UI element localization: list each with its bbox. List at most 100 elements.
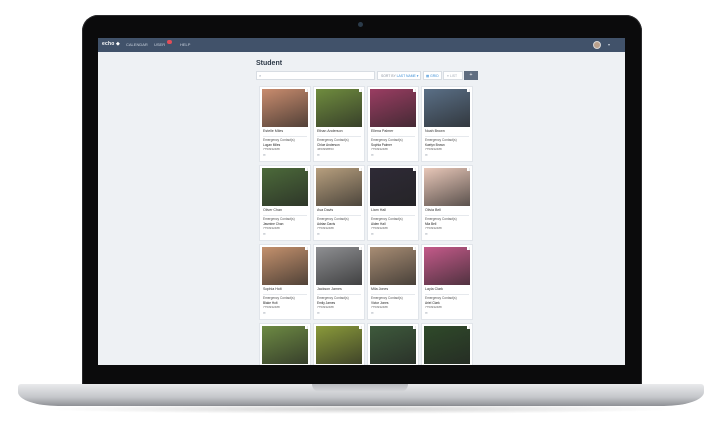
mail-icon[interactable]: ✉ [317, 311, 320, 315]
emergency-contact-phone: 7753932488 [425, 147, 442, 151]
notification-badge [167, 40, 172, 44]
emergency-contact-label: Emergency Contact(s) [317, 296, 349, 300]
student-card[interactable]: ⋮ Olivia Bell Emergency Contact(s) Mia Bell… [421, 165, 473, 241]
mail-icon[interactable]: ✉ [371, 232, 374, 236]
student-card[interactable]: ⋮ [313, 323, 365, 365]
search-icon: ⌕ [259, 73, 262, 78]
card-menu-icon[interactable]: ⋮ [467, 88, 471, 92]
emergency-contact-phone: 7753932488 [317, 226, 334, 230]
mail-icon[interactable]: ✉ [425, 311, 428, 315]
student-photo[interactable] [262, 247, 308, 285]
sort-dropdown[interactable]: SORT BY LAST NAME ▾ [377, 71, 421, 80]
student-card[interactable]: ⋮ [259, 323, 311, 365]
student-photo[interactable] [370, 168, 416, 206]
card-menu-icon[interactable]: ⋮ [467, 246, 471, 250]
student-photo[interactable] [316, 247, 362, 285]
emergency-contact-label: Emergency Contact(s) [263, 296, 295, 300]
student-card[interactable]: ⋮ Ava Davis Emergency Contact(s) Adrian Dav… [313, 165, 365, 241]
student-card[interactable]: ⋮ [367, 323, 419, 365]
card-menu-icon[interactable]: ⋮ [359, 246, 363, 250]
student-photo[interactable] [316, 326, 362, 364]
card-menu-icon[interactable]: ⋮ [305, 167, 309, 171]
list-view-button[interactable]: ≡ LIST [443, 71, 463, 80]
student-photo[interactable] [424, 247, 470, 285]
student-card[interactable]: ⋮ Ellena Palmer Emergency Contact(s) Sophia… [367, 86, 419, 162]
student-name: Oliver Chan [263, 208, 282, 212]
mail-icon[interactable]: ✉ [317, 232, 320, 236]
grid-label: GRID [430, 74, 439, 78]
card-divider [425, 215, 469, 216]
emergency-contact-label: Emergency Contact(s) [371, 217, 403, 221]
student-name: Noah Brown [425, 129, 445, 133]
emergency-contact-phone: 7753932488 [263, 305, 280, 309]
card-menu-icon[interactable]: ⋮ [413, 325, 417, 329]
student-photo[interactable] [370, 247, 416, 285]
card-menu-icon[interactable]: ⋮ [359, 88, 363, 92]
student-card[interactable]: ⋮ Oliver Chan Emergency Contact(s) Jasmine … [259, 165, 311, 241]
mail-icon[interactable]: ✉ [371, 311, 374, 315]
emergency-contact-label: Emergency Contact(s) [425, 217, 457, 221]
mail-icon[interactable]: ✉ [263, 311, 266, 315]
student-photo[interactable] [424, 168, 470, 206]
search-input[interactable]: ⌕ [256, 71, 375, 80]
card-menu-icon[interactable]: ⋮ [305, 88, 309, 92]
card-menu-icon[interactable]: ⋮ [413, 88, 417, 92]
student-card[interactable]: ⋮ Layla Clark Emergency Contact(s) Ariel Cl… [421, 244, 473, 320]
mail-icon[interactable]: ✉ [263, 153, 266, 157]
chevron-down-icon[interactable]: ▾ [608, 42, 610, 47]
student-photo[interactable] [316, 168, 362, 206]
emergency-contact-phone: 7753932488 [371, 226, 388, 230]
nav-item-user[interactable]: USER [154, 42, 165, 47]
nav-item-calendar[interactable]: CALENDAR [126, 42, 148, 47]
card-divider [317, 136, 361, 137]
student-card[interactable]: ⋮ Ethan Anderson Emergency Contact(s) Chloe… [313, 86, 365, 162]
grid-view-button[interactable]: ▦ GRID [423, 71, 442, 80]
add-student-button[interactable]: + [464, 71, 478, 80]
emergency-contact-label: Emergency Contact(s) [425, 138, 457, 142]
student-name: Layla Clark [425, 287, 443, 291]
student-card[interactable]: ⋮ [421, 323, 473, 365]
card-divider [317, 215, 361, 216]
mail-icon[interactable]: ✉ [425, 232, 428, 236]
student-name: Estelle Miles [263, 129, 284, 133]
emergency-contact-label: Emergency Contact(s) [263, 138, 295, 142]
user-avatar[interactable] [593, 41, 601, 49]
student-photo[interactable] [370, 326, 416, 364]
student-photo[interactable] [424, 326, 470, 364]
card-menu-icon[interactable]: ⋮ [467, 325, 471, 329]
app-logo[interactable]: echo ◆ [102, 41, 120, 47]
emergency-contact-label: Emergency Contact(s) [371, 138, 403, 142]
student-photo[interactable] [316, 89, 362, 127]
mail-icon[interactable]: ✉ [263, 232, 266, 236]
card-menu-icon[interactable]: ⋮ [467, 167, 471, 171]
student-name: Olivia Bell [425, 208, 441, 212]
student-name: Mila Jones [371, 287, 389, 291]
card-divider [425, 136, 469, 137]
nav-item-help[interactable]: HELP [180, 42, 190, 47]
student-card[interactable]: ⋮ Noah Brown Emergency Contact(s) Kaelyn Br… [421, 86, 473, 162]
card-menu-icon[interactable]: ⋮ [413, 167, 417, 171]
student-card[interactable]: ⋮ Sophia Holt Emergency Contact(s) Blake Ho… [259, 244, 311, 320]
chevron-down-icon: ▾ [416, 74, 419, 78]
card-menu-icon[interactable]: ⋮ [413, 246, 417, 250]
card-menu-icon[interactable]: ⋮ [359, 167, 363, 171]
student-name: Jackson James [317, 287, 342, 291]
emergency-contact-phone: 7753932488 [263, 226, 280, 230]
student-photo[interactable] [262, 168, 308, 206]
card-menu-icon[interactable]: ⋮ [359, 325, 363, 329]
mail-icon[interactable]: ✉ [317, 153, 320, 157]
student-photo[interactable] [370, 89, 416, 127]
card-divider [371, 294, 415, 295]
mail-icon[interactable]: ✉ [425, 153, 428, 157]
student-card[interactable]: ⋮ Estelle Miles Emergency Contact(s) Logan … [259, 86, 311, 162]
student-card[interactable]: ⋮ Mila Jones Emergency Contact(s) Victor Jo… [367, 244, 419, 320]
student-card[interactable]: ⋮ Jackson James Emergency Contact(s) Emily … [313, 244, 365, 320]
card-menu-icon[interactable]: ⋮ [305, 325, 309, 329]
card-menu-icon[interactable]: ⋮ [305, 246, 309, 250]
mail-icon[interactable]: ✉ [371, 153, 374, 157]
student-photo[interactable] [262, 89, 308, 127]
student-photo[interactable] [424, 89, 470, 127]
student-card[interactable]: ⋮ Liam Hall Emergency Contact(s) Aiden Hall… [367, 165, 419, 241]
student-photo[interactable] [262, 326, 308, 364]
card-divider [263, 136, 307, 137]
